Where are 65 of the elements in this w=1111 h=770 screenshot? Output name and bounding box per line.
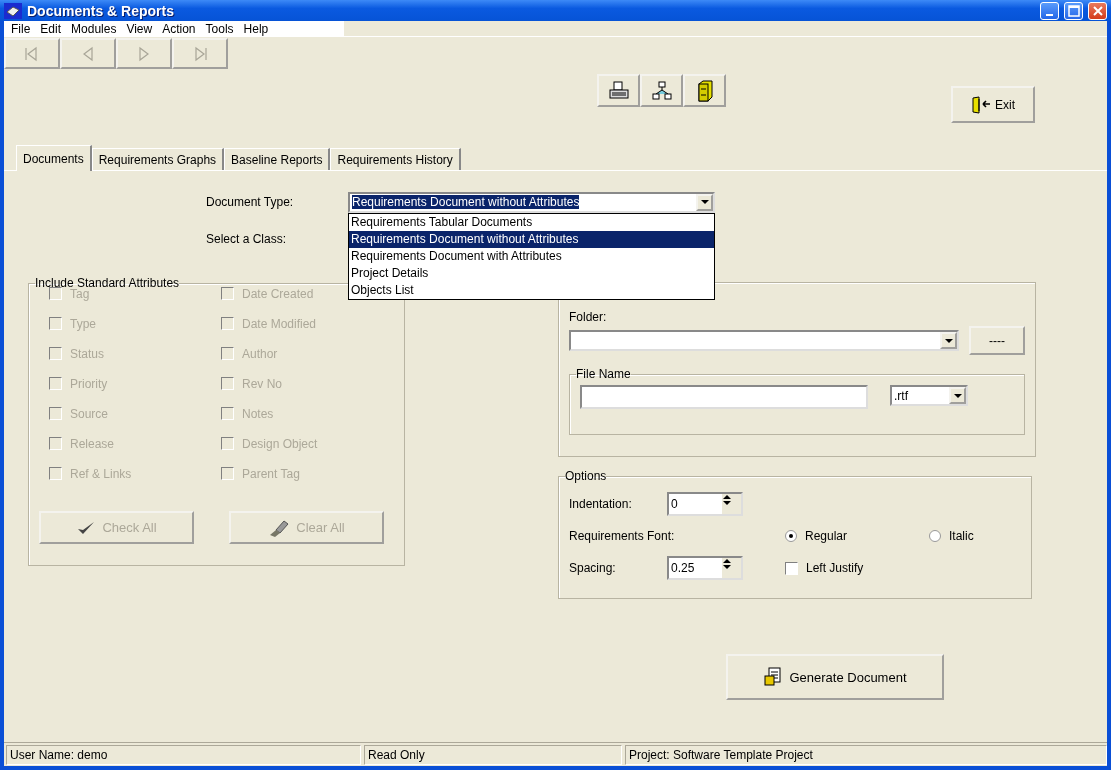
- dropdown-option[interactable]: Requirements Tabular Documents: [349, 213, 714, 231]
- extension-dropdown[interactable]: .rtf: [890, 385, 968, 406]
- font-radio[interactable]: Italic: [929, 529, 974, 543]
- maximize-icon: [1067, 4, 1080, 17]
- down-arrow-icon: [722, 564, 732, 570]
- menu-item[interactable]: Modules: [66, 21, 122, 36]
- menu-item[interactable]: Tools: [200, 21, 239, 36]
- tab[interactable]: Requirements Graphs: [91, 148, 225, 170]
- status-text: User Name: demo: [6, 745, 361, 765]
- window-title: Documents & Reports: [27, 2, 176, 19]
- minimize-button[interactable]: [1040, 1, 1059, 20]
- diagram-button[interactable]: [640, 74, 683, 107]
- document-type-dropdown[interactable]: Requirements Document without Attributes: [348, 191, 715, 213]
- folder-dropdown[interactable]: [569, 330, 959, 351]
- dropdown-arrow-icon: [943, 337, 954, 344]
- eraser-icon: [268, 518, 291, 537]
- checkmark-icon: [76, 519, 97, 536]
- close-button[interactable]: [1088, 1, 1107, 20]
- menu-item[interactable]: Help: [238, 21, 274, 36]
- up-arrow-icon: [722, 558, 732, 564]
- field-label: Select a Class:: [205, 232, 288, 246]
- left-justify-checkbox[interactable]: Left Justify: [785, 558, 864, 578]
- exit-button[interactable]: Exit: [951, 86, 1035, 123]
- dropdown-option[interactable]: Requirements Document with Attributes: [349, 247, 714, 265]
- file-name-field[interactable]: [580, 385, 868, 409]
- app-icon: [4, 2, 22, 19]
- field-label: Spacing:: [569, 561, 617, 575]
- field-label: Document Type:: [205, 195, 295, 209]
- cabinet-button[interactable]: [683, 74, 726, 107]
- up-arrow-icon: [722, 494, 732, 500]
- minimize-icon: [1046, 13, 1053, 16]
- field-label: Indentation:: [569, 497, 633, 511]
- browse-button[interactable]: ----: [969, 326, 1025, 355]
- tab[interactable]: Requirements History: [330, 148, 461, 170]
- dropdown-option[interactable]: Objects List: [349, 281, 714, 299]
- group-title: Options: [565, 469, 607, 483]
- document-icon: [763, 667, 784, 687]
- group-title: Include Standard Attributes: [35, 276, 180, 290]
- print-button[interactable]: [597, 74, 640, 107]
- menu-item[interactable]: View: [121, 21, 158, 36]
- diagram-icon: [650, 80, 673, 101]
- indentation-spinner[interactable]: 0: [667, 492, 743, 516]
- door-icon: [971, 95, 991, 114]
- font-radio[interactable]: Regular: [785, 529, 929, 543]
- menu-item[interactable]: Edit: [35, 21, 67, 36]
- spacing-spinner[interactable]: 0.25: [667, 556, 743, 580]
- generate-document-button[interactable]: Generate Document: [726, 654, 944, 700]
- dropdown-arrow-icon: [699, 199, 710, 205]
- field-label: Folder:: [569, 310, 608, 324]
- tab[interactable]: Baseline Reports: [224, 148, 331, 170]
- status-text: Read Only: [364, 745, 622, 765]
- tab[interactable]: Documents: [16, 145, 92, 171]
- menu-item[interactable]: Action: [157, 21, 201, 36]
- dropdown-option[interactable]: Project Details: [349, 264, 714, 282]
- radio-dot-icon: [789, 534, 793, 538]
- menu-item[interactable]: File: [6, 21, 36, 36]
- dropdown-arrow-icon: [952, 392, 963, 399]
- printer-icon: [607, 80, 630, 101]
- field-label: Requirements Font:: [569, 529, 676, 543]
- group-title: File Name: [576, 367, 631, 381]
- status-text: Project: Software Template Project: [625, 745, 1107, 765]
- close-icon: [1091, 4, 1104, 17]
- down-arrow-icon: [722, 500, 732, 506]
- maximize-button[interactable]: [1064, 1, 1083, 20]
- dropdown-option[interactable]: Requirements Document without Attributes: [349, 230, 714, 248]
